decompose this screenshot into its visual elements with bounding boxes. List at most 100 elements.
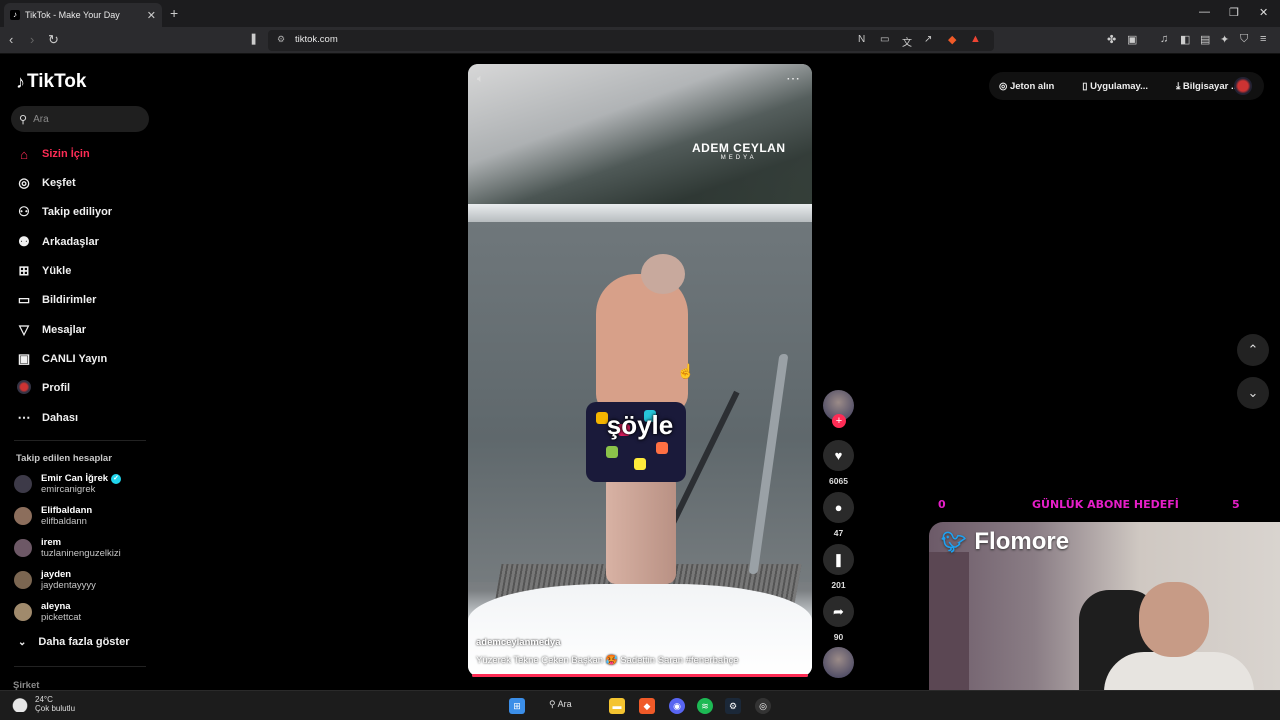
- nav-following[interactable]: ⚇ Takip ediliyor: [14, 201, 112, 223]
- sidebar-toggle-icon[interactable]: ◧: [1180, 33, 1190, 46]
- translate-icon[interactable]: 文: [902, 34, 912, 49]
- video-player[interactable]: ADEM CEYLAN MEDYA şöyle 🔈︎ ⋯ ademceylanm…: [468, 64, 812, 676]
- video-watermark: ADEM CEYLAN MEDYA: [692, 141, 786, 161]
- goal-current: 0: [938, 498, 946, 511]
- reload-icon[interactable]: ↻: [48, 32, 59, 48]
- show-more-button[interactable]: ⌄ Daha fazla göster: [18, 636, 129, 648]
- snowy-shore: [468, 204, 812, 222]
- notifications-icon: ▭: [17, 292, 31, 307]
- following-account[interactable]: Elifbaldann elifbaldann: [14, 505, 92, 527]
- share-button[interactable]: ➦: [823, 596, 854, 627]
- following-account[interactable]: aleyna pickettcat: [14, 601, 81, 623]
- forward-icon[interactable]: ›: [30, 32, 34, 47]
- nav-label: Arkadaşlar: [42, 236, 99, 248]
- minimize-icon[interactable]: —: [1199, 6, 1210, 18]
- swimmer-legs: [606, 474, 676, 584]
- brave-shields-icon[interactable]: ◆: [948, 33, 956, 46]
- following-account[interactable]: Emir Can İğrek ✓ emircanigrek: [14, 473, 122, 495]
- nav-messages[interactable]: ▽ Mesajlar: [14, 319, 86, 341]
- brave-rewards-icon[interactable]: ▲: [970, 33, 981, 45]
- site-info-icon[interactable]: ⚙: [277, 34, 285, 45]
- brave-browser-icon[interactable]: ◆: [639, 698, 655, 714]
- nav-label: Keşfet: [42, 177, 76, 189]
- sidebar: ♪ TikTok ⚲ Ara ⌂ Sizin İçin ◎ Keşfet ⚇ T…: [0, 54, 160, 691]
- nav-friends[interactable]: ⚉ Arkadaşlar: [14, 231, 99, 253]
- nav-more[interactable]: ⋯ Dahası: [14, 407, 79, 429]
- back-icon[interactable]: ‹: [9, 32, 13, 47]
- nav-for-you[interactable]: ⌂ Sizin İçin: [14, 143, 90, 165]
- taskbar-search[interactable]: ⚲ Ara: [549, 699, 572, 710]
- discord-icon[interactable]: ◉: [669, 698, 685, 714]
- search-icon: ⚲: [19, 113, 28, 126]
- nav-notifications[interactable]: ▭ Bildirimler: [14, 289, 97, 311]
- chevron-up-icon: ⌃: [1247, 342, 1259, 357]
- following-account[interactable]: irem tuzlaninenguzelkizi: [14, 537, 121, 559]
- account-handle: jaydentayyyy: [41, 580, 96, 591]
- nav-label: Sizin İçin: [42, 148, 90, 160]
- following-account[interactable]: jayden jaydentayyyy: [14, 569, 96, 591]
- address-bar[interactable]: ⚙ tiktok.com N ▭ 文 ↗ ◆ ▲: [268, 30, 994, 51]
- media-icon[interactable]: ♫: [1160, 33, 1168, 45]
- tiktok-logo[interactable]: ♪ TikTok: [16, 71, 86, 93]
- menu-icon[interactable]: ≡: [1260, 33, 1266, 45]
- comment-button[interactable]: ●: [823, 492, 854, 523]
- steam-icon[interactable]: ⚙: [725, 698, 741, 714]
- weather-widget[interactable]: 24°C Çok bulutlu: [12, 695, 75, 713]
- video-author[interactable]: ademceylanmedya: [476, 637, 561, 648]
- get-coins-button[interactable]: ◎ Jeton alın: [999, 81, 1068, 92]
- url-text: tiktok.com: [295, 34, 338, 45]
- next-video-button[interactable]: ⌄: [1237, 377, 1269, 409]
- windows-start-icon[interactable]: ⊞: [509, 698, 525, 714]
- swimmer-head: [641, 254, 685, 294]
- nav-label: Bildirimler: [42, 294, 97, 306]
- windows-taskbar: 24°C Çok bulutlu ⊞ ⚲ Ara ▬ ◆ ◉ ≋ ⚙ ◎: [0, 690, 1280, 720]
- user-avatar[interactable]: [1234, 77, 1252, 95]
- home-icon: ⌂: [20, 146, 28, 162]
- divider: [14, 666, 146, 667]
- get-app-button[interactable]: ▯ Uygulamay...: [1082, 81, 1162, 92]
- follow-plus-icon[interactable]: +: [832, 414, 846, 428]
- file-explorer-icon[interactable]: ▬: [609, 698, 625, 714]
- music-disc-avatar[interactable]: [823, 647, 854, 678]
- wallet2-icon[interactable]: ▤: [1200, 33, 1210, 46]
- video-progress-bar[interactable]: [472, 674, 808, 677]
- like-button[interactable]: ♥: [823, 440, 854, 471]
- leo-ai-icon[interactable]: ✦: [1220, 33, 1229, 46]
- nav-live[interactable]: ▣ CANLI Yayın: [14, 348, 107, 370]
- avatar: [14, 507, 32, 525]
- nav-profile[interactable]: Profil: [14, 377, 70, 399]
- no-reader-icon[interactable]: N: [858, 34, 865, 45]
- share-icon[interactable]: ↗: [924, 34, 932, 45]
- mute-icon[interactable]: 🔈︎: [477, 73, 484, 86]
- heart-icon: ♥: [834, 448, 843, 463]
- nav-label: Dahası: [42, 412, 79, 424]
- account-name: jayden: [41, 569, 72, 580]
- cast-icon[interactable]: ▭: [880, 34, 889, 45]
- close-window-icon[interactable]: ✕: [1259, 6, 1268, 19]
- browser-tab[interactable]: ♪ TikTok - Make Your Day ✕: [4, 3, 162, 27]
- obs-icon[interactable]: ◎: [755, 698, 771, 714]
- vpn-icon[interactable]: ⛉: [1240, 33, 1248, 46]
- wallet-icon[interactable]: ▣: [1127, 33, 1137, 46]
- spotify-icon[interactable]: ≋: [697, 698, 713, 714]
- temperature: 24°C: [35, 695, 53, 704]
- nav-upload[interactable]: ⊞ Yükle: [14, 260, 72, 282]
- streamer-face: [1139, 582, 1209, 657]
- video-more-icon[interactable]: ⋯: [786, 70, 800, 87]
- bookmark-icon: ❚: [833, 551, 844, 567]
- restore-icon[interactable]: ❐: [1229, 6, 1239, 19]
- save-button[interactable]: ❚: [823, 544, 854, 575]
- extensions-icon[interactable]: ✤: [1107, 33, 1116, 46]
- close-tab-icon[interactable]: ✕: [147, 9, 156, 22]
- bookmark-icon[interactable]: ❚: [249, 32, 258, 45]
- search-input[interactable]: ⚲ Ara: [11, 106, 149, 132]
- tiktok-favicon-icon: ♪: [10, 10, 20, 20]
- more-icon: ⋯: [17, 410, 31, 425]
- nav-label: Mesajlar: [42, 324, 87, 336]
- upload-icon: ⊞: [18, 263, 30, 278]
- top-actions-bar: ◎ Jeton alın ▯ Uygulamay... ⤓ Bilgisayar…: [989, 72, 1264, 100]
- nav-explore[interactable]: ◎ Keşfet: [14, 172, 76, 194]
- comment-icon: ●: [834, 500, 843, 515]
- new-tab-icon[interactable]: +: [170, 5, 178, 21]
- previous-video-button[interactable]: ⌃: [1237, 334, 1269, 366]
